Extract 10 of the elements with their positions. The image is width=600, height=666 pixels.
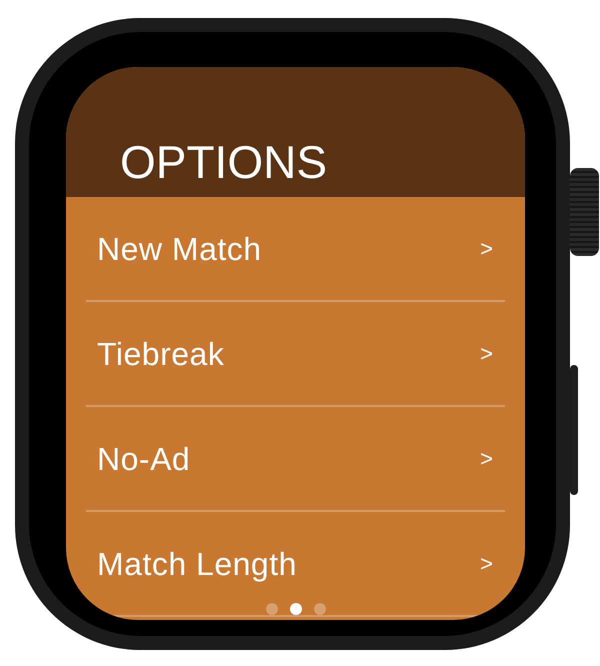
chevron-icon: > — [480, 547, 493, 580]
screen-title: OPTIONS — [120, 139, 328, 185]
chevron-icon: > — [480, 232, 493, 265]
digital-crown[interactable] — [570, 168, 599, 256]
chevron-icon: > — [480, 442, 493, 475]
menu-item[interactable]: No-Ad > — [66, 407, 525, 510]
chevron-icon: > — [480, 337, 493, 370]
menu-item[interactable]: Match Length > — [66, 512, 525, 615]
menu-item[interactable]: Tiebreak > — [66, 302, 525, 405]
menu-item[interactable]: New Match > — [66, 197, 525, 300]
